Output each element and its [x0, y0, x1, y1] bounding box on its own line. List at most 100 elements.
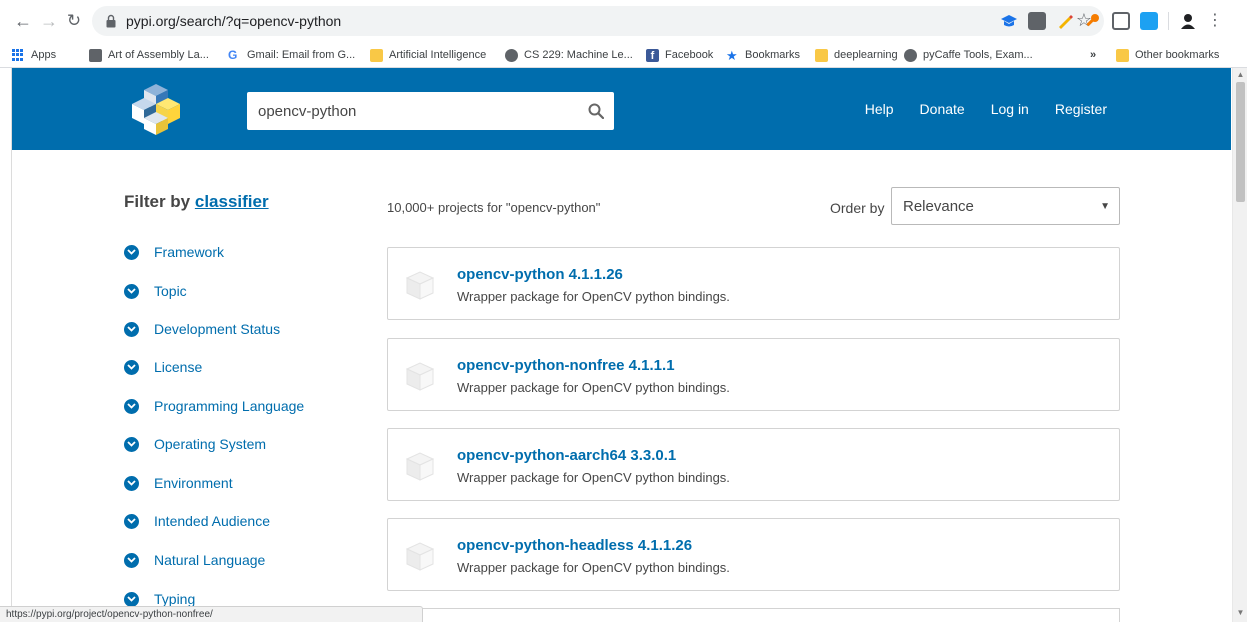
- folder-icon: [370, 48, 383, 62]
- result-card[interactable]: opencv-python 4.1.1.26 Wrapper package f…: [387, 247, 1120, 320]
- globe-icon: [904, 48, 917, 62]
- bookmark-label: Apps: [31, 49, 57, 61]
- caret-down-icon: ▼: [1100, 201, 1110, 212]
- filter-item-topic[interactable]: Topic: [124, 279, 187, 303]
- bookmark-other-bookmarks[interactable]: Other bookmarks: [1116, 47, 1219, 63]
- bookmark-label: Gmail: Email from G...: [247, 49, 356, 61]
- extension-wrench-icon[interactable]: [1084, 12, 1102, 30]
- bookmark-bookmarks[interactable]: ★ Bookmarks: [726, 47, 800, 63]
- filter-item-programming-language[interactable]: Programming Language: [124, 394, 304, 418]
- scroll-thumb[interactable]: [1236, 82, 1245, 202]
- bookmark-label: deeplearning: [834, 49, 898, 61]
- filter-item-license[interactable]: License: [124, 355, 202, 379]
- filter-item-natural-language[interactable]: Natural Language: [124, 548, 265, 572]
- pypi-logo-icon[interactable]: [124, 82, 184, 136]
- filter-label: Framework: [154, 244, 225, 260]
- toolbar-separator: [1168, 12, 1169, 30]
- package-name-link[interactable]: opencv-python-headless 4.1.1.26: [457, 537, 692, 554]
- facebook-icon: f: [646, 48, 659, 62]
- bookmark-deeplearning[interactable]: deeplearning: [815, 47, 898, 63]
- bookmark-artificial-intelligence[interactable]: Artificial Intelligence: [370, 47, 486, 63]
- package-box-icon: [405, 362, 435, 391]
- result-card[interactable]: opencv-python-aarch64 3.3.0.1 Wrapper pa…: [387, 428, 1120, 501]
- filter-label: Environment: [154, 475, 233, 491]
- package-description: Wrapper package for OpenCV python bindin…: [457, 470, 730, 485]
- filter-item-framework[interactable]: Framework: [124, 240, 224, 264]
- bookmark-label: pyCaffe Tools, Exam...: [923, 49, 1033, 61]
- nav-register-link[interactable]: Register: [1055, 101, 1107, 117]
- filter-label: Topic: [154, 283, 187, 299]
- search-input[interactable]: [247, 92, 577, 130]
- chevron-down-icon: [124, 283, 139, 299]
- package-name-link[interactable]: opencv-python 4.1.1.26: [457, 266, 623, 283]
- package-name-link[interactable]: opencv-python-aarch64 3.3.0.1: [457, 447, 676, 464]
- bookmark-facebook[interactable]: f Facebook: [646, 47, 713, 63]
- google-icon: G: [228, 47, 238, 62]
- extension-pocket-icon[interactable]: [1028, 12, 1046, 30]
- order-by-select[interactable]: Relevance ▼: [891, 187, 1120, 225]
- browser-toolbar: ← → ↻ pypi.org/search/?q=opencv-python ☆…: [0, 0, 1247, 42]
- chevron-down-icon: [124, 244, 139, 260]
- reload-button[interactable]: ↻: [63, 10, 85, 32]
- result-card[interactable]: opencv-python-headless 4.1.1.26 Wrapper …: [387, 518, 1120, 591]
- scroll-up-arrow-icon[interactable]: ▲: [1233, 70, 1247, 82]
- nav-donate-link[interactable]: Donate: [920, 101, 965, 117]
- extension-cap-icon[interactable]: [1000, 12, 1018, 30]
- bookmark-apps[interactable]: Apps: [12, 47, 56, 63]
- extension-pen-icon[interactable]: [1056, 12, 1074, 30]
- page-icon: [89, 48, 102, 62]
- forward-button[interactable]: →: [38, 10, 60, 32]
- filter-label: Intended Audience: [154, 513, 270, 529]
- filter-item-operating-system[interactable]: Operating System: [124, 432, 266, 456]
- lock-icon: [106, 14, 116, 28]
- nav-help-link[interactable]: Help: [865, 101, 894, 117]
- back-button[interactable]: ←: [12, 10, 34, 32]
- profile-avatar-icon[interactable]: [1179, 12, 1197, 30]
- folder-icon: [1116, 48, 1129, 62]
- result-card-partial[interactable]: [387, 608, 1120, 622]
- filter-title: Filter by classifier: [124, 192, 269, 212]
- forward-arrow-icon: →: [40, 11, 58, 31]
- globe-icon: [505, 48, 518, 62]
- filter-item-intended-audience[interactable]: Intended Audience: [124, 509, 270, 533]
- filter-label: Programming Language: [154, 398, 305, 414]
- extension-screenshot-icon[interactable]: [1112, 12, 1130, 30]
- chevron-down-icon: [124, 359, 139, 375]
- bookmark-pycaffe[interactable]: pyCaffe Tools, Exam...: [904, 47, 1033, 63]
- overflow-chevron-icon: »: [1090, 49, 1097, 61]
- nav-login-link[interactable]: Log in: [991, 101, 1029, 117]
- site-header: Help Donate Log in Register: [12, 68, 1231, 150]
- chevron-down-icon: [124, 321, 139, 337]
- bookmark-gmail[interactable]: G Gmail: Email from G...: [228, 47, 355, 63]
- scroll-down-arrow-icon[interactable]: ▼: [1233, 608, 1247, 620]
- bookmark-label: Other bookmarks: [1135, 49, 1220, 61]
- result-card[interactable]: opencv-python-nonfree 4.1.1.1 Wrapper pa…: [387, 338, 1120, 411]
- bookmarks-bar: Apps Art of Assembly La... G Gmail: Emai…: [0, 42, 1247, 68]
- menu-kebab-icon[interactable]: ⋮: [1207, 12, 1223, 30]
- classifier-link[interactable]: classifier: [195, 192, 269, 211]
- package-description: Wrapper package for OpenCV python bindin…: [457, 289, 730, 304]
- star-icon: ★: [726, 47, 738, 63]
- package-box-icon: [405, 542, 435, 571]
- page-scrollbar[interactable]: ▲ ▼: [1232, 68, 1247, 622]
- filter-label: License: [154, 359, 203, 375]
- results-count: 10,000+ projects for "opencv-python": [387, 200, 601, 215]
- header-nav: Help Donate Log in Register: [865, 101, 1107, 117]
- search-button[interactable]: [578, 92, 614, 130]
- order-by-value: Relevance: [903, 198, 974, 215]
- bookmark-art-of-assembly[interactable]: Art of Assembly La...: [89, 47, 209, 63]
- search-icon: [588, 103, 604, 119]
- extension-copy-icon[interactable]: [1140, 12, 1158, 30]
- status-bar-link-preview: https://pypi.org/project/opencv-python-n…: [0, 606, 423, 622]
- address-bar[interactable]: pypi.org/search/?q=opencv-python ☆: [92, 6, 1104, 36]
- package-name-link[interactable]: opencv-python-nonfree 4.1.1.1: [457, 357, 675, 374]
- bookmark-label: CS 229: Machine Le...: [524, 49, 633, 61]
- filter-label: Development Status: [154, 321, 281, 337]
- filter-item-environment[interactable]: Environment: [124, 471, 233, 495]
- bookmarks-overflow-button[interactable]: »: [1090, 47, 1096, 63]
- bookmark-cs229[interactable]: CS 229: Machine Le...: [505, 47, 633, 63]
- filter-item-development-status[interactable]: Development Status: [124, 317, 280, 341]
- back-arrow-icon: ←: [14, 11, 32, 31]
- folder-icon: [815, 48, 828, 62]
- filter-label: Natural Language: [154, 552, 266, 568]
